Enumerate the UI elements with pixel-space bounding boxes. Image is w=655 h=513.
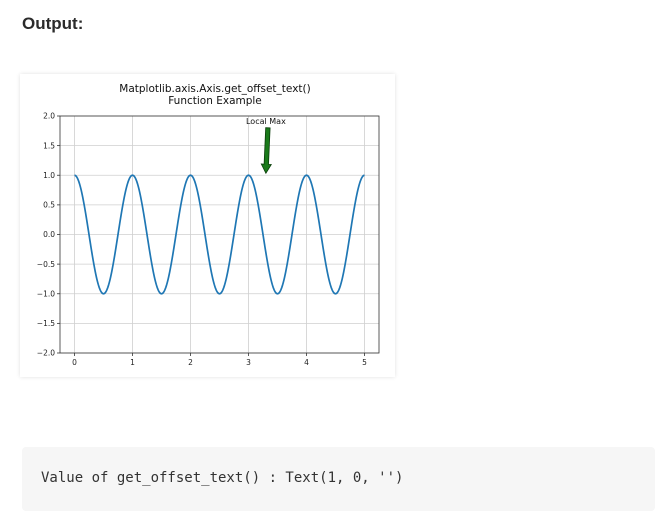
x-tick-label: 1: [130, 358, 135, 367]
y-tick-label: 1.0: [43, 171, 55, 180]
code-output-box: Value of get_offset_text() : Text(1, 0, …: [22, 447, 655, 511]
chart-subtitle: Function Example: [168, 95, 262, 107]
x-tick-label: 5: [362, 358, 367, 367]
y-tick-label: −1.5: [37, 319, 55, 328]
code-output-text: Value of get_offset_text() : Text(1, 0, …: [41, 470, 404, 486]
chart-title: Matplotlib.axis.Axis.get_offset_text(): [119, 83, 310, 95]
annotation: Local Max: [246, 117, 286, 175]
x-tick-label: 2: [188, 358, 193, 367]
annotation-label: Local Max: [246, 117, 286, 126]
y-tick-label: −0.5: [37, 260, 55, 269]
x-tick-label: 0: [72, 358, 77, 367]
chart-svg: Matplotlib.axis.Axis.get_offset_text() F…: [37, 83, 380, 367]
output-heading: Output:: [22, 14, 84, 33]
x-tick-label: 3: [246, 358, 251, 367]
y-tick-label: 1.5: [43, 141, 55, 150]
tick-layer: 0 1 2 3 4 5 2.0 1.5 1.0 0.5 0.0 −0.5 −1.0 −1.5 −2.0: [37, 112, 367, 367]
annotation-arrow: [260, 127, 272, 175]
y-tick-label: −1.0: [37, 289, 55, 298]
y-tick-label: 2.0: [43, 112, 55, 121]
y-tick-label: 0.5: [43, 201, 55, 210]
chart-figure: Matplotlib.axis.Axis.get_offset_text() F…: [20, 74, 395, 377]
grid-layer: [60, 115, 379, 354]
y-tick-label: −2.0: [37, 349, 55, 358]
y-tick-label: 0.0: [43, 230, 55, 239]
x-tick-label: 4: [304, 358, 309, 367]
